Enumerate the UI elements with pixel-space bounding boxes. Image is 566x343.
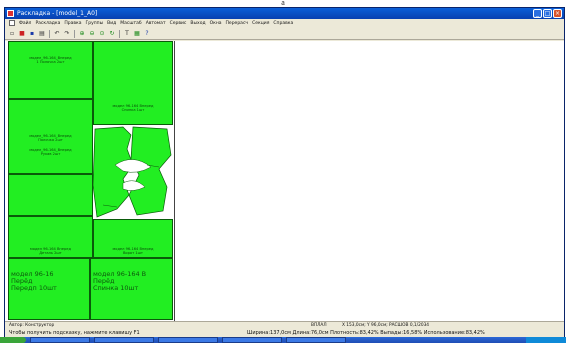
pattern-piece[interactable]: модел 96-16 Перёд Передп 10шт [8, 258, 90, 320]
status-bar-top: Автор: Конструктор ВПЛАЛ Х 153,0см; Y 96… [5, 321, 564, 329]
grid-icon[interactable]: ▦ [133, 30, 141, 38]
pattern-piece[interactable]: модел_96-164_Вперед 1 Полочка 2шт [8, 41, 93, 99]
application-window: Раскладка - [model_1_A0] _ □ × Файл Раск… [4, 7, 565, 337]
minimize-button[interactable]: _ [533, 9, 542, 18]
piece-label: модел_96-164_Вперед Рукав 2шт [29, 148, 72, 156]
garment-pieces[interactable] [93, 125, 173, 219]
menu-auto[interactable]: Автомат [146, 19, 166, 28]
system-tray [526, 337, 566, 343]
menu-windows[interactable]: Окна [210, 19, 222, 28]
figure-caption: a [0, 0, 566, 7]
undo-icon[interactable]: ↶ [53, 30, 61, 38]
status-bar-bottom: Чтобы получить подсказку, нажмите клавиш… [5, 329, 564, 337]
window-title: Раскладка - [model_1_A0] [17, 10, 98, 17]
redo-icon[interactable]: ↷ [63, 30, 71, 38]
menu-bar: Файл Раскладка Правка Группы Вид Масштаб… [5, 19, 564, 28]
pattern-piece[interactable]: модел_96-164_Вперед Полочка 2шт модел_96… [8, 99, 93, 174]
pattern-piece[interactable]: модел 96-164 Вперед Ворот 1шт [93, 219, 173, 258]
menu-exit[interactable]: Выход [190, 19, 205, 28]
save-icon[interactable]: ▪ [28, 30, 36, 38]
text-icon[interactable]: T [123, 30, 131, 38]
print-icon[interactable]: ▤ [38, 30, 46, 38]
rotate-icon[interactable]: ↻ [108, 30, 116, 38]
taskbar-item[interactable] [30, 337, 90, 343]
piece-label: модел 96-164 Вперед Деталь 2шт [30, 247, 71, 255]
taskbar-item[interactable] [222, 337, 282, 343]
taskbar [0, 337, 566, 343]
piece-label: модел 96-164 Вперед Спинка 1шт [112, 104, 154, 112]
taskbar-item[interactable] [94, 337, 154, 343]
layout-canvas[interactable]: модел_96-164_Вперед 1 Полочка 2шт модел … [5, 41, 564, 321]
garment-outline [93, 126, 172, 218]
close-button[interactable]: × [553, 9, 562, 18]
toolbar-separator [74, 29, 75, 38]
menu-help[interactable]: Справка [273, 19, 293, 28]
menu-recalc[interactable]: Перерасч [226, 19, 249, 28]
taskbar-item[interactable] [158, 337, 218, 343]
document-icon [9, 20, 15, 26]
piece-label: модел 96-16 Перёд Передп 10шт [11, 270, 57, 292]
fabric-layout-area: модел_96-164_Вперед 1 Полочка 2шт модел … [8, 41, 175, 321]
maximize-button[interactable]: □ [543, 9, 552, 18]
menu-layout[interactable]: Раскладка [35, 19, 60, 28]
menu-service[interactable]: Сервис [170, 19, 187, 28]
window-controls: _ □ × [533, 9, 562, 18]
toolbar-separator [119, 29, 120, 38]
title-bar: Раскладка - [model_1_A0] _ □ × [5, 8, 564, 19]
toolbar-separator [49, 29, 50, 38]
piece-label: модел 96-164 В Перёд Спинка 10шт [93, 270, 147, 292]
toolbar: ▫ ■ ▪ ▤ ↶ ↷ ⊕ ⊖ ⊙ ↻ T ▦ ? [5, 28, 564, 40]
zoom-all-icon[interactable]: ⊙ [98, 30, 106, 38]
menu-file[interactable]: Файл [19, 19, 31, 28]
start-button[interactable] [0, 337, 26, 343]
new-icon[interactable]: ▫ [8, 30, 16, 38]
layout-stats: Ширина:137,0см Длина:76,0см Плотность:83… [247, 330, 485, 336]
piece-label: модел_96-164_Вперед Полочка 2шт [29, 134, 72, 142]
pattern-piece[interactable] [8, 174, 93, 216]
menu-scale[interactable]: Масштаб [120, 19, 141, 28]
pattern-piece[interactable]: модел 96-164 Вперед Деталь 2шт [8, 216, 93, 258]
pattern-piece[interactable]: модел 96-164 В Перёд Спинка 10шт [90, 258, 173, 320]
menu-view[interactable]: Вид [107, 19, 116, 28]
app-icon [7, 10, 14, 17]
zoom-in-icon[interactable]: ⊕ [78, 30, 86, 38]
taskbar-item[interactable] [286, 337, 346, 343]
menu-groups[interactable]: Группы [85, 19, 103, 28]
menu-section[interactable]: Секция [252, 19, 269, 28]
open-icon[interactable]: ■ [18, 30, 26, 38]
help-icon[interactable]: ? [143, 30, 151, 38]
piece-label: модел_96-164_Вперед 1 Полочка 2шт [29, 56, 72, 64]
zoom-out-icon[interactable]: ⊖ [88, 30, 96, 38]
pattern-piece[interactable]: модел 96-164 Вперед Спинка 1шт [93, 41, 173, 125]
help-hint: Чтобы получить подсказку, нажмите клавиш… [9, 330, 140, 336]
menu-edit[interactable]: Правка [64, 19, 81, 28]
piece-label: модел 96-164 Вперед Ворот 1шт [112, 247, 154, 255]
